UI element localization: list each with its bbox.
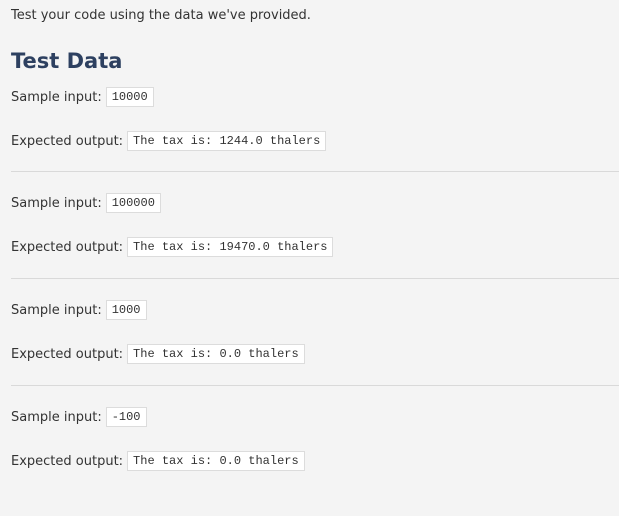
- sample-input-label: Sample input:: [11, 195, 102, 211]
- sample-input-label: Sample input:: [11, 89, 102, 105]
- sample-input-value: -100: [105, 407, 147, 427]
- expected-output-label: Expected output:: [11, 239, 124, 255]
- sample-input-label: Sample input:: [11, 409, 102, 425]
- sample-input-row: Sample input: 1000: [11, 299, 147, 321]
- expected-output-value: The tax is: 1244.0 thalers: [127, 131, 327, 151]
- test-case: Sample input: 1000 Expected output: The …: [11, 299, 619, 406]
- sample-input-value: 100000: [105, 193, 161, 213]
- test-case: Sample input: -100 Expected output: The …: [11, 406, 619, 513]
- section-title: Test Data: [11, 49, 123, 73]
- sample-input-row: Sample input: 100000: [11, 192, 161, 214]
- expected-output-row: Expected output: The tax is: 1244.0 thal…: [11, 130, 327, 152]
- expected-output-value: The tax is: 0.0 thalers: [127, 451, 305, 471]
- sample-input-value: 1000: [105, 300, 147, 320]
- sample-input-row: Sample input: -100: [11, 406, 147, 428]
- expected-output-label: Expected output:: [11, 346, 124, 362]
- sample-input-row: Sample input: 10000: [11, 86, 154, 108]
- case-divider: [11, 278, 619, 279]
- expected-output-label: Expected output:: [11, 453, 124, 469]
- expected-output-label: Expected output:: [11, 133, 124, 149]
- expected-output-value: The tax is: 19470.0 thalers: [127, 237, 334, 257]
- test-case: Sample input: 100000 Expected output: Th…: [11, 192, 619, 299]
- expected-output-row: Expected output: The tax is: 0.0 thalers: [11, 450, 305, 472]
- case-divider: [11, 385, 619, 386]
- case-divider: [11, 171, 619, 172]
- expected-output-row: Expected output: The tax is: 19470.0 tha…: [11, 236, 334, 258]
- test-case: Sample input: 10000 Expected output: The…: [11, 86, 619, 193]
- intro-text: Test your code using the data we've prov…: [11, 8, 311, 23]
- sample-input-label: Sample input:: [11, 302, 102, 318]
- expected-output-value: The tax is: 0.0 thalers: [127, 344, 305, 364]
- sample-input-value: 10000: [105, 87, 154, 107]
- expected-output-row: Expected output: The tax is: 0.0 thalers: [11, 343, 305, 365]
